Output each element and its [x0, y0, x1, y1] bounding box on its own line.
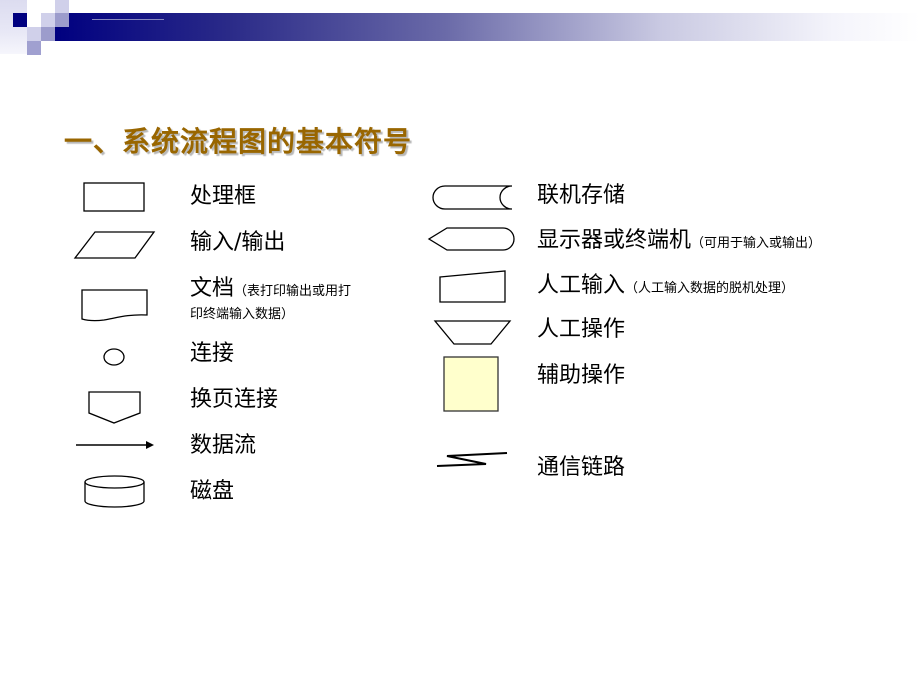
arrow-icon: [76, 441, 154, 449]
label-manual-input: 人工输入（人工输入数据的脱机处理）: [537, 273, 794, 302]
zigzag-icon: [436, 452, 508, 467]
label-document-title: 文档: [190, 276, 235, 301]
square-icon: [443, 356, 499, 412]
label-offpage: 换页连接: [190, 387, 279, 412]
label-process: 处理框: [190, 184, 257, 209]
label-document: 文档（表打印输出或用打: [190, 276, 351, 305]
offpage-connector-icon: [88, 391, 141, 424]
label-online-storage: 联机存储: [537, 183, 626, 208]
label-disk: 磁盘: [190, 479, 235, 504]
label-dataflow: 数据流: [190, 433, 257, 458]
document-icon: [81, 289, 148, 322]
circle-icon: [103, 348, 125, 366]
label-io: 输入/输出: [190, 230, 286, 255]
label-display-note: （可用于输入或输出）: [691, 236, 822, 251]
trapezoid-icon: [433, 320, 512, 345]
label-display-title: 显示器或终端机: [537, 228, 692, 253]
label-comm-link: 通信链路: [537, 455, 626, 480]
label-document-note-cont: 印终端输入数据）: [190, 307, 295, 322]
label-manual-input-note: （人工输入数据的脱机处理）: [625, 281, 795, 296]
display-icon: [427, 227, 515, 251]
manual-input-icon: [439, 270, 506, 303]
parallelogram-icon: [73, 231, 156, 259]
symbol-shapes: [73, 182, 515, 508]
label-manual-input-title: 人工输入: [537, 273, 626, 298]
label-document-note: （表打印输出或用打: [234, 284, 352, 299]
label-display: 显示器或终端机（可用于输入或输出）: [537, 228, 821, 257]
cylinder-icon: [84, 475, 145, 508]
label-auxiliary-op: 辅助操作: [537, 363, 626, 388]
label-connector: 连接: [190, 341, 235, 366]
online-storage-icon: [432, 185, 513, 210]
rectangle-icon: [83, 182, 145, 212]
label-manual-op: 人工操作: [537, 317, 626, 342]
